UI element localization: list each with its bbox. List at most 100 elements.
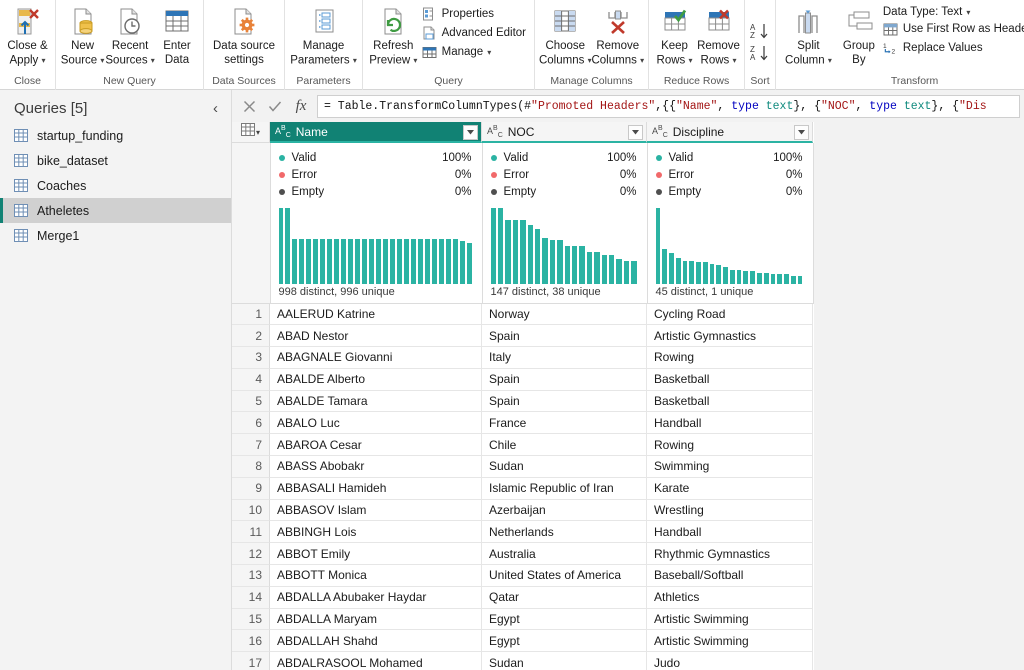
cell-name[interactable]: ABAD Nestor	[270, 325, 482, 348]
table-row[interactable]: 17 ABDALRASOOL Mohamed Sudan Judo	[232, 652, 813, 670]
cell-noc[interactable]: Azerbaijan	[482, 499, 647, 522]
column-header-discipline[interactable]: ABC Discipline	[647, 122, 813, 143]
cell-name[interactable]: ABALO Luc	[270, 412, 482, 435]
cell-discipline[interactable]: Handball	[647, 521, 813, 544]
table-row[interactable]: 12 ABBOT Emily Australia Rhythmic Gymnastic…	[232, 543, 813, 566]
cell-noc[interactable]: Egypt	[482, 608, 647, 631]
column-header-name[interactable]: ABC Name	[270, 122, 482, 143]
table-row[interactable]: 3 ABAGNALE Giovanni Italy Rowing	[232, 347, 813, 369]
column-header-noc[interactable]: ABC NOC	[482, 122, 647, 143]
cell-name[interactable]: ABAGNALE Giovanni	[270, 347, 482, 369]
cell-discipline[interactable]: Judo	[647, 652, 813, 670]
cell-name[interactable]: ABBASALI Hamideh	[270, 477, 482, 500]
filter-dropdown-icon[interactable]	[628, 125, 643, 140]
cell-discipline[interactable]: Basketball	[647, 390, 813, 413]
cell-noc[interactable]: Australia	[482, 543, 647, 566]
close-and-apply-button[interactable]: Close & Apply ▾	[4, 3, 51, 68]
sort-descending-button[interactable]: Z A	[749, 44, 771, 62]
checkmark-icon[interactable]	[262, 93, 288, 119]
cell-discipline[interactable]: Artistic Swimming	[647, 630, 813, 653]
cell-discipline[interactable]: Artistic Swimming	[647, 608, 813, 631]
cell-noc[interactable]: Egypt	[482, 630, 647, 653]
cell-name[interactable]: ABDALLAH Shahd	[270, 630, 482, 653]
chevron-left-icon[interactable]: ‹	[210, 100, 221, 117]
cell-noc[interactable]: Islamic Republic of Iran	[482, 477, 647, 500]
header-cell-discipline[interactable]: ABC Discipline	[647, 122, 813, 143]
cell-noc[interactable]: United States of America	[482, 565, 647, 587]
split-column-button[interactable]: Split Column ▾	[780, 3, 837, 68]
choose-columns-button[interactable]: Choose Columns ▾	[539, 3, 592, 68]
cell-name[interactable]: ABBINGH Lois	[270, 521, 482, 544]
recent-sources-button[interactable]: Recent Sources ▾	[105, 3, 155, 68]
remove-rows-button[interactable]: Remove Rows ▾	[697, 3, 741, 68]
cell-discipline[interactable]: Rhythmic Gymnastics	[647, 543, 813, 566]
refresh-preview-button[interactable]: Refresh Preview ▾	[367, 3, 420, 68]
chevron-down-icon[interactable]: ▾	[640, 56, 644, 65]
header-cell-noc[interactable]: ABC NOC	[482, 122, 647, 143]
cell-noc[interactable]: Norway	[482, 303, 647, 326]
cell-discipline[interactable]: Artistic Gymnastics	[647, 325, 813, 348]
formula-input[interactable]: = Table.TransformColumnTypes(#"Promoted …	[317, 94, 1020, 118]
chevron-down-icon[interactable]: ▾	[353, 56, 357, 65]
use-first-row-as-headers-button[interactable]: Use First Row as Headers ▾	[881, 20, 1024, 38]
table-row[interactable]: 4 ABALDE Alberto Spain Basketball	[232, 368, 813, 391]
table-row[interactable]: 14 ABDALLA Abubaker Haydar Qatar Athletics	[232, 586, 813, 609]
cell-discipline[interactable]: Baseball/Softball	[647, 565, 813, 587]
filter-dropdown-icon[interactable]	[463, 125, 478, 140]
chevron-down-icon[interactable]: ▾	[689, 56, 693, 65]
enter-data-button[interactable]: Enter Data	[155, 3, 199, 67]
cell-name[interactable]: ABBASOV Islam	[270, 499, 482, 522]
sort-ascending-button[interactable]: A Z	[749, 22, 771, 40]
cell-noc[interactable]: Italy	[482, 347, 647, 369]
select-all-cell[interactable]: ▾	[232, 122, 270, 143]
cell-name[interactable]: ABBOTT Monica	[270, 565, 482, 587]
table-row[interactable]: 6 ABALO Luc France Handball	[232, 412, 813, 435]
filter-dropdown-icon[interactable]	[794, 125, 809, 140]
data-source-settings-button[interactable]: Data source settings	[208, 3, 280, 67]
cell-discipline[interactable]: Athletics	[647, 586, 813, 609]
table-row[interactable]: 13 ABBOTT Monica United States of America B…	[232, 565, 813, 587]
cancel-icon[interactable]	[236, 93, 262, 119]
new-source-button[interactable]: New Source ▾	[60, 3, 105, 68]
manage-button[interactable]: Manage ▾	[420, 43, 530, 61]
chevron-down-icon[interactable]: ▾	[41, 56, 45, 65]
cell-discipline[interactable]: Wrestling	[647, 499, 813, 522]
query-list-item[interactable]: Coaches	[0, 173, 231, 198]
chevron-down-icon[interactable]: ▾	[966, 8, 970, 17]
cell-discipline[interactable]: Cycling Road	[647, 303, 813, 326]
table-row[interactable]: 10 ABBASOV Islam Azerbaijan Wrestling	[232, 499, 813, 522]
cell-name[interactable]: ABAROA Cesar	[270, 434, 482, 457]
cell-name[interactable]: ABALDE Tamara	[270, 390, 482, 413]
cell-discipline[interactable]: Basketball	[647, 368, 813, 391]
cell-discipline[interactable]: Swimming	[647, 456, 813, 478]
cell-name[interactable]: ABASS Abobakr	[270, 456, 482, 478]
cell-noc[interactable]: Sudan	[482, 652, 647, 670]
cell-discipline[interactable]: Rowing	[647, 434, 813, 457]
manage-parameters-button[interactable]: Manage Parameters ▾	[289, 3, 358, 68]
table-row[interactable]: 5 ABALDE Tamara Spain Basketball	[232, 390, 813, 413]
table-row[interactable]: 1 AALERUD Katrine Norway Cycling Road	[232, 303, 813, 326]
table-row[interactable]: 8 ABASS Abobakr Sudan Swimming	[232, 456, 813, 478]
data-type-button[interactable]: Data Type: Text ▾	[881, 5, 1024, 19]
chevron-down-icon[interactable]: ▾	[828, 56, 832, 65]
cell-name[interactable]: ABALDE Alberto	[270, 368, 482, 391]
header-cell-name[interactable]: ABC Name	[270, 122, 482, 143]
chevron-down-icon[interactable]: ▾	[733, 56, 737, 65]
chevron-down-icon[interactable]: ▾	[487, 48, 491, 57]
cell-noc[interactable]: Spain	[482, 368, 647, 391]
query-list-item[interactable]: Atheletes	[0, 198, 231, 223]
cell-discipline[interactable]: Karate	[647, 477, 813, 500]
properties-button[interactable]: Properties	[420, 5, 530, 23]
group-by-button[interactable]: Group By	[837, 3, 881, 67]
cell-noc[interactable]: Spain	[482, 325, 647, 348]
table-row[interactable]: 9 ABBASALI Hamideh Islamic Republic of Ira…	[232, 477, 813, 500]
remove-columns-button[interactable]: Remove Columns ▾	[591, 3, 644, 68]
cell-noc[interactable]: Chile	[482, 434, 647, 457]
query-list-item[interactable]: Merge1	[0, 223, 231, 248]
chevron-down-icon[interactable]: ▾	[413, 56, 417, 65]
cell-noc[interactable]: Spain	[482, 390, 647, 413]
cell-noc[interactable]: Qatar	[482, 586, 647, 609]
table-row[interactable]: 2 ABAD Nestor Spain Artistic Gymnastics	[232, 325, 813, 348]
cell-name[interactable]: ABDALLA Abubaker Haydar	[270, 586, 482, 609]
cell-name[interactable]: ABBOT Emily	[270, 543, 482, 566]
